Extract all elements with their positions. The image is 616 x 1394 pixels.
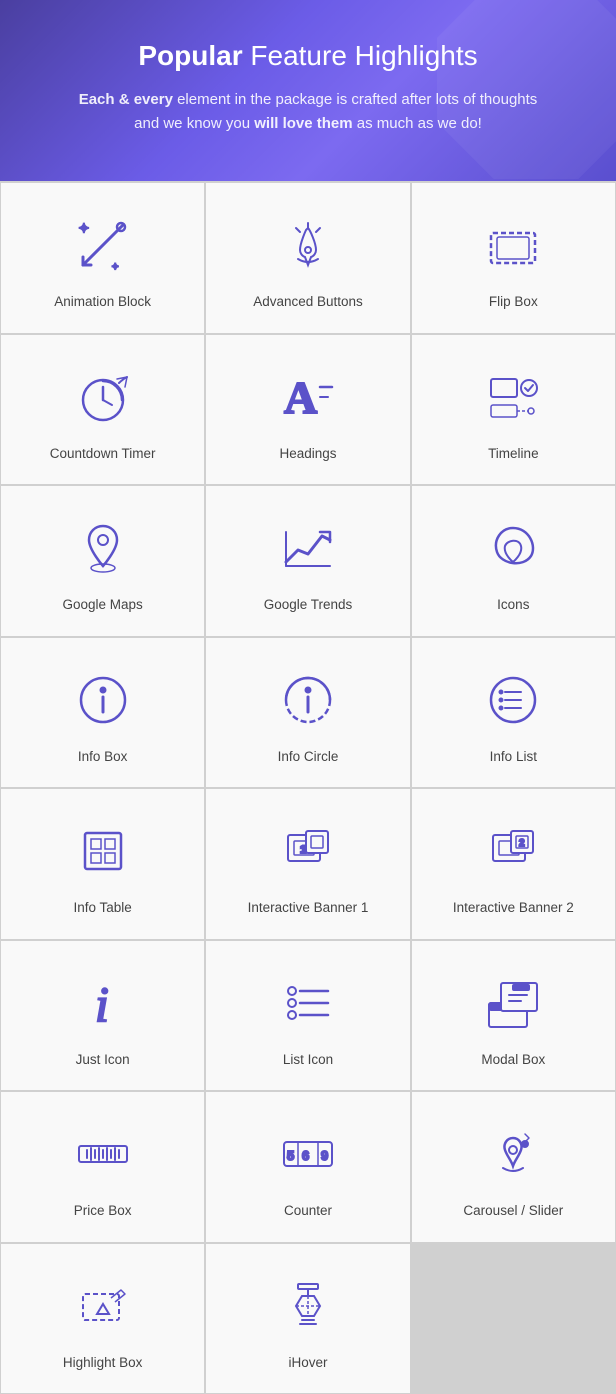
list-icon-label: List Icon: [283, 1051, 333, 1069]
cell-highlight-box[interactable]: Highlight Box: [0, 1243, 205, 1394]
interactive-banner-2-icon: 2: [479, 817, 547, 885]
svg-text:6: 6: [302, 1148, 309, 1163]
info-list-icon: [479, 666, 547, 734]
cell-counter[interactable]: 5 6 9 Counter: [205, 1091, 410, 1243]
cell-headings[interactable]: A Headings: [205, 334, 410, 486]
page-subtitle: Each & every element in the package is c…: [30, 88, 586, 136]
interactive-banner-1-label: Interactive Banner 1: [248, 899, 369, 917]
svg-text:A: A: [284, 372, 317, 423]
cell-animation-block[interactable]: ✦ ✦ Animation Block: [0, 182, 205, 334]
timeline-icon: [479, 363, 547, 431]
info-box-icon: [69, 666, 137, 734]
cell-modal-box[interactable]: Modal Box: [411, 940, 616, 1092]
svg-text:5: 5: [287, 1148, 294, 1163]
counter-label: Counter: [284, 1202, 332, 1220]
svg-text:✦: ✦: [111, 262, 119, 273]
cell-info-box[interactable]: Info Box: [0, 637, 205, 789]
highlight-box-icon: [69, 1272, 137, 1340]
svg-text:9: 9: [321, 1148, 328, 1163]
google-trends-label: Google Trends: [264, 596, 353, 614]
cell-carousel-slider[interactable]: Carousel / Slider: [411, 1091, 616, 1243]
title-normal: Feature Highlights: [250, 40, 477, 71]
info-circle-icon: [274, 666, 342, 734]
animation-block-label: Animation Block: [54, 293, 151, 311]
features-grid: ✦ ✦ Animation Block Advanced Buttons: [0, 181, 616, 1394]
countdown-timer-icon: [69, 363, 137, 431]
cell-just-icon[interactable]: i Just Icon: [0, 940, 205, 1092]
countdown-timer-label: Countdown Timer: [50, 445, 156, 463]
svg-text:2: 2: [519, 838, 525, 849]
google-maps-label: Google Maps: [63, 596, 143, 614]
cell-list-icon[interactable]: List Icon: [205, 940, 410, 1092]
title-bold: Popular: [138, 40, 250, 71]
icons-icon: [479, 514, 547, 582]
flip-box-label: Flip Box: [489, 293, 538, 311]
price-box-icon: [69, 1120, 137, 1188]
headings-icon: A: [274, 363, 342, 431]
google-maps-icon: [69, 514, 137, 582]
header: Popular Feature Highlights Each & every …: [0, 0, 616, 181]
advanced-buttons-icon: [274, 211, 342, 279]
cell-timeline[interactable]: Timeline: [411, 334, 616, 486]
advanced-buttons-label: Advanced Buttons: [253, 293, 363, 311]
just-icon-icon: i: [69, 969, 137, 1037]
interactive-banner-1-icon: 1: [274, 817, 342, 885]
flip-box-icon: [479, 211, 547, 279]
cell-info-table[interactable]: Info Table: [0, 788, 205, 940]
icons-label: Icons: [497, 596, 529, 614]
google-trends-icon: [274, 514, 342, 582]
carousel-slider-label: Carousel / Slider: [463, 1202, 563, 1220]
cell-interactive-banner-1[interactable]: 1 Interactive Banner 1: [205, 788, 410, 940]
modal-box-icon: [479, 969, 547, 1037]
carousel-slider-icon: [479, 1120, 547, 1188]
cell-icons[interactable]: Icons: [411, 485, 616, 637]
cell-google-maps[interactable]: Google Maps: [0, 485, 205, 637]
price-box-label: Price Box: [74, 1202, 132, 1220]
list-icon-icon: [274, 969, 342, 1037]
animation-block-icon: ✦ ✦: [69, 211, 137, 279]
highlight-box-label: Highlight Box: [63, 1354, 143, 1372]
cell-info-circle[interactable]: Info Circle: [205, 637, 410, 789]
ihover-icon: [274, 1272, 342, 1340]
info-table-label: Info Table: [74, 899, 132, 917]
cell-ihover[interactable]: iHover: [205, 1243, 410, 1394]
headings-label: Headings: [279, 445, 336, 463]
modal-box-label: Modal Box: [481, 1051, 545, 1069]
cell-interactive-banner-2[interactable]: 2 Interactive Banner 2: [411, 788, 616, 940]
svg-text:✦: ✦: [78, 220, 90, 236]
cell-price-box[interactable]: Price Box: [0, 1091, 205, 1243]
cell-info-list[interactable]: Info List: [411, 637, 616, 789]
info-table-icon: [69, 817, 137, 885]
info-list-label: Info List: [490, 748, 537, 766]
cell-advanced-buttons[interactable]: Advanced Buttons: [205, 182, 410, 334]
info-box-label: Info Box: [78, 748, 128, 766]
timeline-label: Timeline: [488, 445, 539, 463]
cell-countdown-timer[interactable]: Countdown Timer: [0, 334, 205, 486]
page-title: Popular Feature Highlights: [30, 40, 586, 72]
counter-icon: 5 6 9: [274, 1120, 342, 1188]
info-circle-label: Info Circle: [278, 748, 339, 766]
cell-flip-box[interactable]: Flip Box: [411, 182, 616, 334]
ihover-label: iHover: [288, 1354, 327, 1372]
interactive-banner-2-label: Interactive Banner 2: [453, 899, 574, 917]
just-icon-label: Just Icon: [76, 1051, 130, 1069]
svg-text:i: i: [95, 976, 109, 1032]
cell-google-trends[interactable]: Google Trends: [205, 485, 410, 637]
